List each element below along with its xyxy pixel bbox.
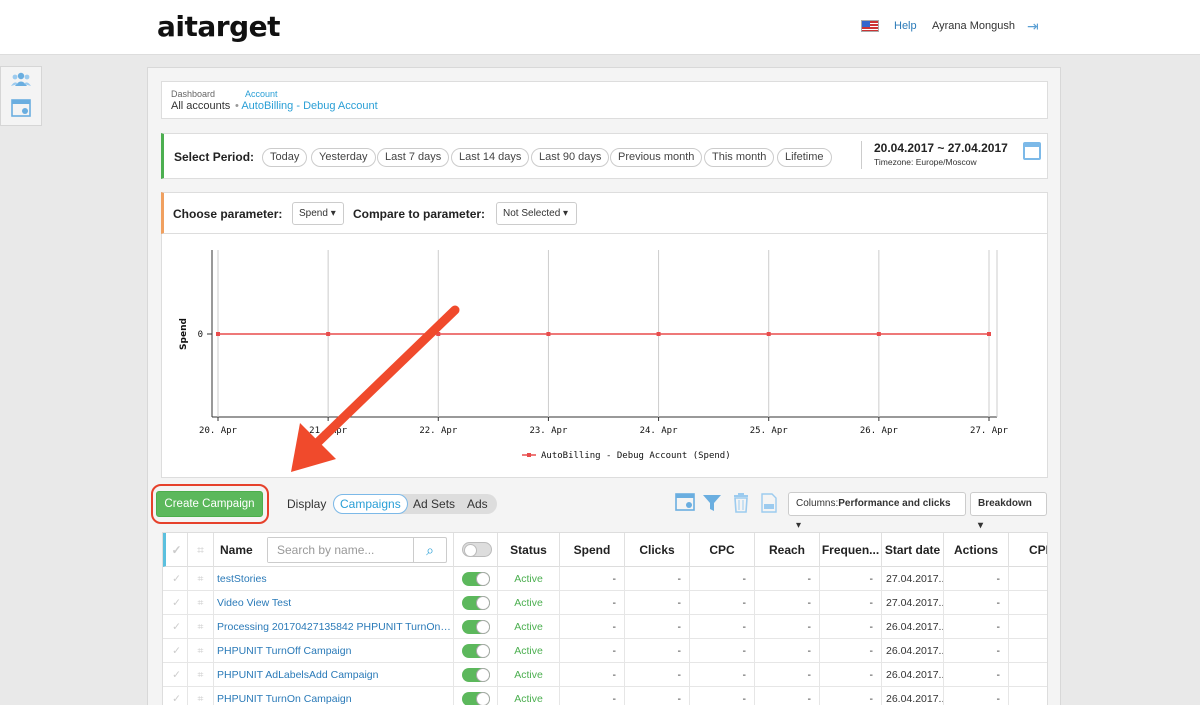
annotation-arrow	[291, 305, 460, 472]
